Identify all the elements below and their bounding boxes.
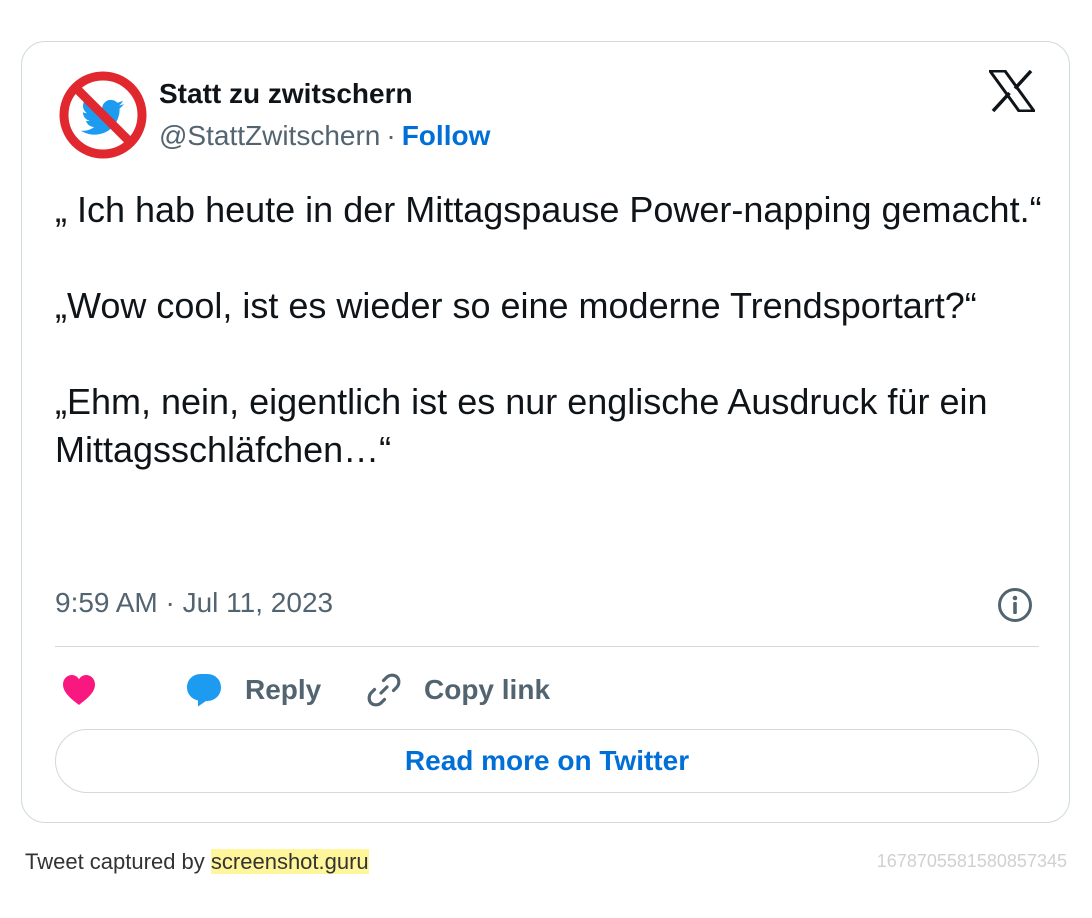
x-logo-icon[interactable] [989,70,1035,112]
author-handle-line: @StattZwitschern · Follow [159,120,490,152]
author-name[interactable]: Statt zu zwitschern [159,78,413,110]
copy-link-label: Copy link [424,674,551,705]
info-icon[interactable] [997,587,1033,623]
tweet-card: Statt zu zwitschern @StattZwitschern · Fol… [21,41,1070,823]
avatar[interactable] [58,70,148,160]
capture-credit: Tweet captured by screenshot.guru [25,849,369,875]
follow-button[interactable]: Follow [402,120,491,151]
heart-icon [63,675,95,705]
separator-dot: · [386,120,396,151]
divider [55,646,1039,647]
copy-link-button[interactable]: Copy link [366,668,550,712]
tweet-paragraph: „Ehm, nein, eigentlich ist es nur englis… [55,381,988,470]
screenshot-guru-link[interactable]: screenshot.guru [210,849,369,874]
tweet-id: 1678705581580857345 [876,851,1067,871]
tweet-timestamp[interactable]: 9:59 AM · Jul 11, 2023 [55,587,333,619]
reply-button[interactable]: Reply [185,668,321,712]
capture-credit-prefix: Tweet captured by [25,849,205,874]
tweet-paragraph: „Wow cool, ist es wieder so eine moderne… [55,285,977,326]
author-handle[interactable]: @StattZwitschern [159,120,380,151]
action-bar: Reply Copy link [55,668,1039,712]
speech-bubble-icon [187,674,221,707]
tweet-paragraph: „ Ich hab heute in der Mittagspause Powe… [55,189,1042,230]
link-icon [367,673,401,707]
tweet-text: „ Ich hab heute in der Mittagspause Powe… [55,186,1045,474]
read-more-button[interactable]: Read more on Twitter [55,729,1039,793]
like-button[interactable] [61,668,97,712]
reply-label: Reply [245,674,322,705]
